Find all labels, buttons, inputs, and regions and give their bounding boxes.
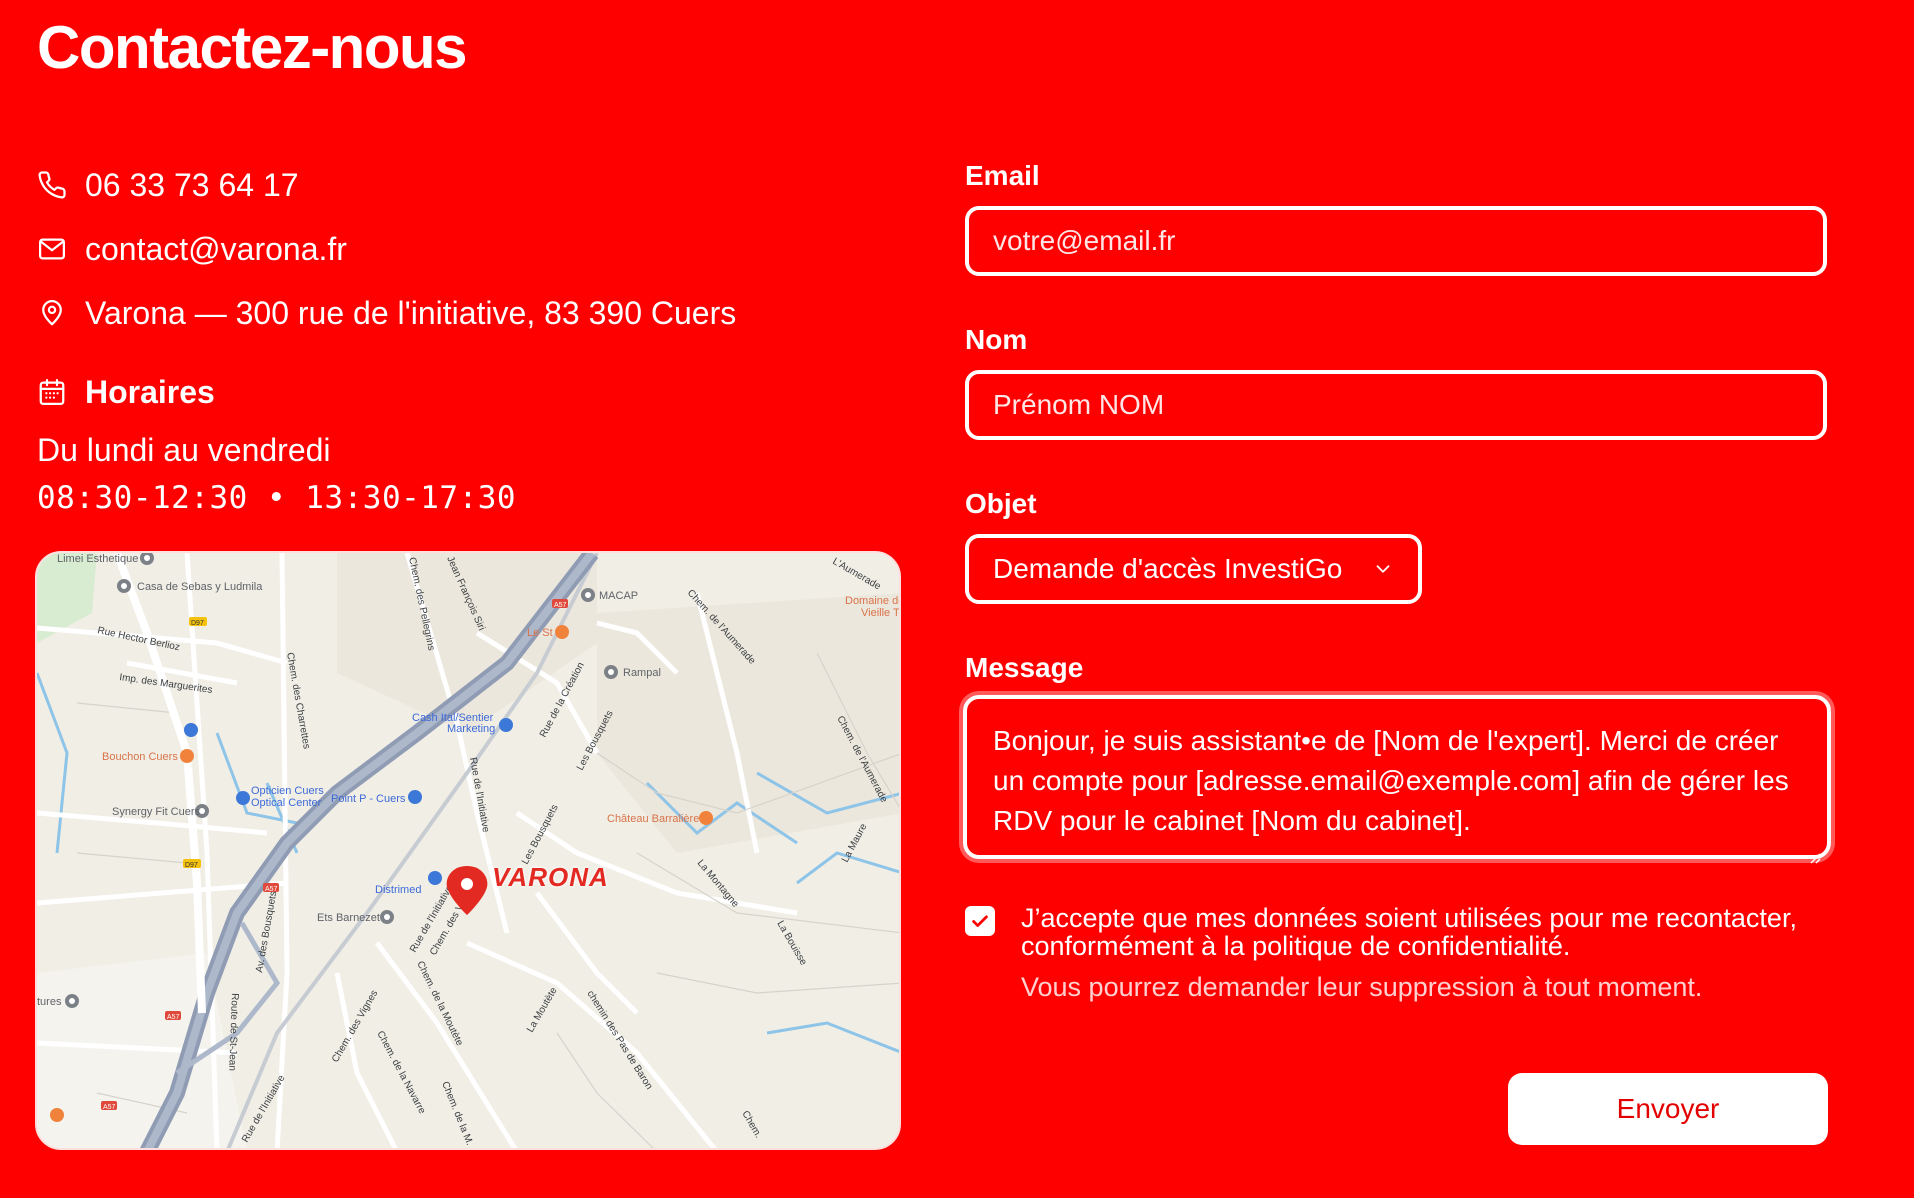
svg-text:Rampal: Rampal [623, 667, 661, 679]
resize-handle-icon[interactable] [1807, 835, 1821, 864]
svg-text:A57: A57 [265, 886, 278, 893]
svg-text:Bouchon Cuers: Bouchon Cuers [102, 751, 178, 763]
address-row: Varona — 300 rue de l'initiative, 83 390… [37, 293, 736, 333]
message-text: Bonjour, je suis assistant•e de [Nom de … [993, 725, 1789, 836]
contact-email[interactable]: contact@varona.fr [85, 229, 347, 269]
email-input[interactable] [965, 206, 1827, 276]
message-textarea[interactable]: Bonjour, je suis assistant•e de [Nom de … [963, 695, 1831, 864]
map-pin-icon [37, 298, 67, 328]
page-title: Contactez-nous [37, 14, 468, 81]
svg-text:Marketing: Marketing [447, 723, 495, 735]
hours-times: 08:30-12:30 • 13:30-17:30 [37, 480, 517, 516]
svg-text:D97: D97 [191, 620, 204, 627]
submit-button[interactable]: Envoyer [1508, 1073, 1828, 1145]
svg-text:A57: A57 [554, 602, 567, 609]
svg-text:A57: A57 [103, 1104, 116, 1111]
svg-text:tures: tures [37, 996, 62, 1008]
svg-text:Synergy Fit Cuers: Synergy Fit Cuers [112, 806, 201, 818]
svg-text:Domaine de: Domaine de [845, 595, 901, 607]
svg-text:Château Barralière: Château Barralière [607, 813, 699, 825]
svg-text:MACAP: MACAP [599, 590, 638, 602]
map-marker-label: VARONA [492, 862, 609, 892]
phone-row[interactable]: 06 33 73 64 17 [37, 165, 299, 205]
location-map[interactable]: Limei Esthetique Casa de Sebas y Ludmila… [35, 551, 901, 1150]
svg-text:Le St: Le St [527, 627, 553, 639]
consent-row: J’accepte que mes données soient utilisé… [965, 904, 1821, 1002]
svg-text:Casa de Sebas y Ludmila: Casa de Sebas y Ludmila [137, 581, 263, 593]
svg-text:Vieille To: Vieille To [861, 607, 901, 619]
consent-text-block: J’accepte que mes données soient utilisé… [1021, 904, 1821, 1002]
phone-icon [37, 170, 67, 200]
email-label: Email [965, 160, 1040, 191]
message-label: Message [965, 652, 1084, 683]
svg-text:A57: A57 [167, 1014, 180, 1021]
address-text: Varona — 300 rue de l'initiative, 83 390… [85, 295, 737, 331]
svg-text:Limei Esthetique: Limei Esthetique [57, 553, 138, 565]
svg-text:D97: D97 [185, 862, 198, 869]
check-icon [972, 915, 988, 927]
phone-number[interactable]: 06 33 73 64 17 [85, 165, 299, 205]
name-input[interactable] [965, 370, 1827, 440]
hours-heading: Horaires [37, 372, 215, 412]
mail-icon [37, 234, 67, 264]
chevron-down-icon [1372, 558, 1394, 580]
consent-note: Vous pourrez demander leur suppression à… [1021, 972, 1703, 1002]
subject-label: Objet [965, 488, 1037, 519]
svg-text:Ets Barnezet: Ets Barnezet [317, 912, 380, 924]
svg-text:Opticien Cuers: Opticien Cuers [251, 785, 324, 797]
email-row[interactable]: contact@varona.fr [37, 229, 347, 269]
subject-selected-value: Demande d'accès InvestiGo [993, 553, 1343, 584]
hours-heading-label: Horaires [85, 374, 215, 410]
calendar-icon [37, 377, 67, 407]
svg-text:Optical Center: Optical Center [251, 797, 322, 809]
consent-checkbox[interactable] [965, 906, 995, 936]
hours-days: Du lundi au vendredi [37, 432, 331, 468]
name-label: Nom [965, 324, 1028, 355]
svg-text:Point P - Cuers: Point P - Cuers [331, 793, 406, 805]
subject-select[interactable]: Demande d'accès InvestiGo [965, 534, 1422, 604]
svg-text:Distrimed: Distrimed [375, 884, 421, 896]
consent-text: J’accepte que mes données soient utilisé… [1021, 903, 1797, 961]
